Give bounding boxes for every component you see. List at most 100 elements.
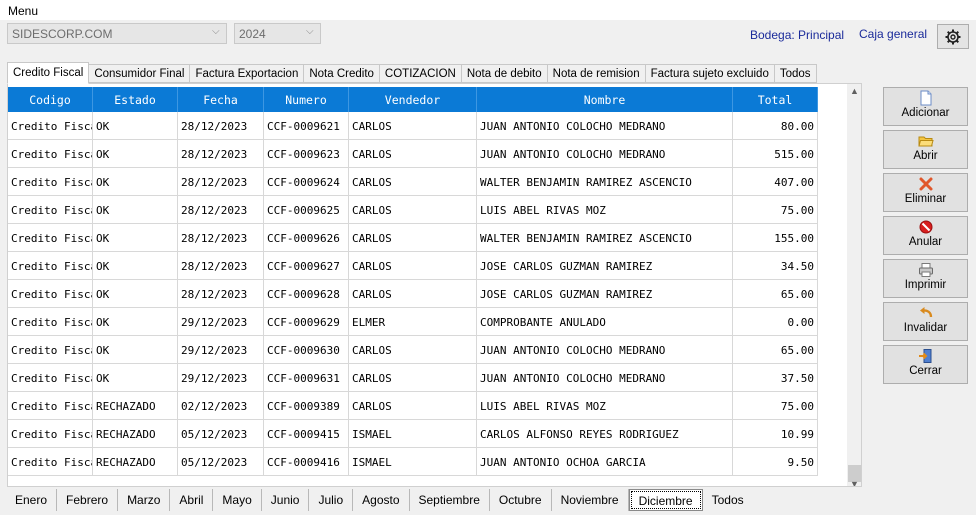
- cell-estado: OK: [93, 280, 178, 308]
- cell-total: 75.00: [733, 196, 818, 224]
- table-row[interactable]: Credito FiscalRECHAZADO02/12/2023CCF-000…: [8, 392, 818, 420]
- column-header-numero[interactable]: Numero: [264, 87, 349, 112]
- cell-codigo: Credito Fiscal: [8, 280, 93, 308]
- cell-estado: OK: [93, 336, 178, 364]
- cell-fecha: 05/12/2023: [178, 420, 264, 448]
- column-header-codigo[interactable]: Codigo: [8, 87, 93, 112]
- settings-button[interactable]: [937, 24, 969, 49]
- cell-vendedor: CARLOS: [349, 336, 477, 364]
- year-select[interactable]: 2024 ⌵: [234, 23, 321, 44]
- month-tab-junio[interactable]: Junio: [262, 489, 310, 511]
- month-tab-diciembre[interactable]: Diciembre: [628, 489, 703, 511]
- column-header-total[interactable]: Total: [733, 87, 818, 112]
- cell-numero: CCF-0009631: [264, 364, 349, 392]
- cell-nombre: WALTER BENJAMIN RAMIREZ ASCENCIO: [477, 168, 733, 196]
- anular-button[interactable]: Anular: [883, 216, 968, 255]
- month-tab-febrero[interactable]: Febrero: [57, 489, 119, 511]
- month-tab-noviembre[interactable]: Noviembre: [552, 489, 629, 511]
- cell-numero: CCF-0009627: [264, 252, 349, 280]
- grid-header: Codigo Estado Fecha Numero Vendedor Nomb…: [8, 87, 818, 112]
- tab-nota-remision[interactable]: Nota de remision: [547, 64, 646, 83]
- cell-estado: RECHAZADO: [93, 392, 178, 420]
- month-tab-marzo[interactable]: Marzo: [118, 489, 171, 511]
- table-row[interactable]: Credito FiscalRECHAZADO05/12/2023CCF-000…: [8, 448, 818, 476]
- table-row[interactable]: Credito FiscalOK29/12/2023CCF-0009629ELM…: [8, 308, 818, 336]
- table-row[interactable]: Credito FiscalOK29/12/2023CCF-0009630CAR…: [8, 336, 818, 364]
- table-row[interactable]: Credito FiscalOK28/12/2023CCF-0009627CAR…: [8, 252, 818, 280]
- tab-cotizacion[interactable]: COTIZACION: [379, 64, 462, 83]
- cell-estado: OK: [93, 224, 178, 252]
- tab-nota-debito[interactable]: Nota de debito: [461, 64, 548, 83]
- cell-vendedor: CARLOS: [349, 392, 477, 420]
- column-header-fecha[interactable]: Fecha: [178, 87, 264, 112]
- table-row[interactable]: Credito FiscalOK28/12/2023CCF-0009623CAR…: [8, 140, 818, 168]
- open-folder-icon: [917, 136, 934, 147]
- month-tab-agosto[interactable]: Agosto: [353, 489, 410, 511]
- table-row[interactable]: Credito FiscalOK28/12/2023CCF-0009628CAR…: [8, 280, 818, 308]
- abrir-button[interactable]: Abrir: [883, 130, 968, 169]
- tab-nota-credito[interactable]: Nota Credito: [304, 64, 380, 83]
- table-row[interactable]: Credito FiscalOK28/12/2023CCF-0009621CAR…: [8, 112, 818, 140]
- document-type-tabs: Credito Fiscal Consumidor Final Factura …: [7, 62, 817, 84]
- cell-codigo: Credito Fiscal: [8, 336, 93, 364]
- cell-vendedor: CARLOS: [349, 196, 477, 224]
- tab-consumidor-final[interactable]: Consumidor Final: [89, 64, 191, 83]
- cell-codigo: Credito Fiscal: [8, 224, 93, 252]
- cell-numero: CCF-0009623: [264, 140, 349, 168]
- cell-nombre: JOSE CARLOS GUZMAN RAMIREZ: [477, 252, 733, 280]
- cell-codigo: Credito Fiscal: [8, 196, 93, 224]
- month-tab-julio[interactable]: Julio: [309, 489, 354, 511]
- column-header-nombre[interactable]: Nombre: [477, 87, 733, 112]
- vertical-scrollbar[interactable]: ▲ ▼: [847, 84, 861, 486]
- tab-factura-sujeto-excluido[interactable]: Factura sujeto excluido: [645, 64, 775, 83]
- caja-link[interactable]: Caja general: [859, 27, 927, 41]
- company-select[interactable]: SIDESCORP.COM ⌵: [7, 23, 227, 44]
- new-document-icon: [920, 90, 931, 106]
- cell-fecha: 28/12/2023: [178, 112, 264, 140]
- cell-vendedor: CARLOS: [349, 140, 477, 168]
- cell-total: 407.00: [733, 168, 818, 196]
- cell-total: 80.00: [733, 112, 818, 140]
- cerrar-label: Cerrar: [909, 365, 942, 377]
- invalidar-button[interactable]: Invalidar: [883, 302, 968, 341]
- cell-total: 34.50: [733, 252, 818, 280]
- cell-total: 37.50: [733, 364, 818, 392]
- cerrar-button[interactable]: Cerrar: [883, 345, 968, 384]
- column-header-estado[interactable]: Estado: [93, 87, 178, 112]
- month-tab-abril[interactable]: Abril: [170, 489, 214, 511]
- cell-estado: OK: [93, 364, 178, 392]
- table-row[interactable]: Credito FiscalOK28/12/2023CCF-0009624CAR…: [8, 168, 818, 196]
- scroll-up-icon[interactable]: ▲: [850, 86, 859, 96]
- table-row[interactable]: Credito FiscalRECHAZADO05/12/2023CCF-000…: [8, 420, 818, 448]
- cell-codigo: Credito Fiscal: [8, 392, 93, 420]
- tab-todos[interactable]: Todos: [774, 64, 817, 83]
- scroll-down-icon[interactable]: ▼: [850, 479, 859, 486]
- cell-estado: OK: [93, 252, 178, 280]
- cell-estado: OK: [93, 112, 178, 140]
- month-tab-mayo[interactable]: Mayo: [213, 489, 262, 511]
- action-buttons: Adicionar Abrir Eliminar Anular Imprimir: [883, 87, 968, 388]
- month-tab-septiembre[interactable]: Septiembre: [410, 489, 490, 511]
- month-tab-octubre[interactable]: Octubre: [490, 489, 552, 511]
- cell-fecha: 28/12/2023: [178, 224, 264, 252]
- table-row[interactable]: Credito FiscalOK28/12/2023CCF-0009625CAR…: [8, 196, 818, 224]
- table-row[interactable]: Credito FiscalOK28/12/2023CCF-0009626CAR…: [8, 224, 818, 252]
- adicionar-button[interactable]: Adicionar: [883, 87, 968, 126]
- tab-credito-fiscal[interactable]: Credito Fiscal: [7, 62, 90, 84]
- bodega-link[interactable]: Bodega: Principal: [750, 28, 844, 42]
- column-header-vendedor[interactable]: Vendedor: [349, 87, 477, 112]
- eliminar-button[interactable]: Eliminar: [883, 173, 968, 212]
- imprimir-button[interactable]: Imprimir: [883, 259, 968, 298]
- cell-fecha: 28/12/2023: [178, 196, 264, 224]
- cell-fecha: 02/12/2023: [178, 392, 264, 420]
- cell-total: 515.00: [733, 140, 818, 168]
- cell-numero: CCF-0009628: [264, 280, 349, 308]
- cell-nombre: JUAN ANTONIO COLOCHO MEDRANO: [477, 336, 733, 364]
- month-tab-todos[interactable]: Todos: [703, 489, 753, 511]
- menu-item-menu[interactable]: Menu: [8, 4, 38, 18]
- tab-factura-exportacion[interactable]: Factura Exportacion: [190, 64, 305, 83]
- cell-total: 65.00: [733, 280, 818, 308]
- month-tab-enero[interactable]: Enero: [6, 489, 58, 511]
- table-row[interactable]: Credito FiscalOK29/12/2023CCF-0009631CAR…: [8, 364, 818, 392]
- cell-nombre: JUAN ANTONIO COLOCHO MEDRANO: [477, 364, 733, 392]
